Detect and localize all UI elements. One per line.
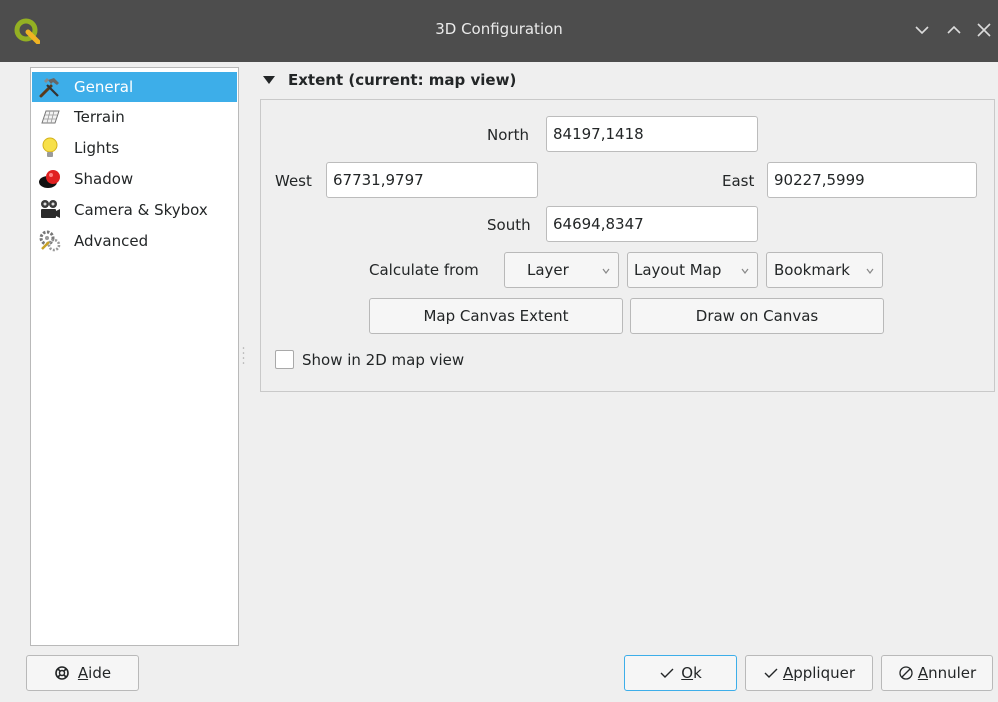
extent-group-header[interactable]: Extent (current: map view) [262,71,516,89]
sidebar-item-shadow[interactable]: Shadow [32,164,237,194]
collapse-triangle-icon[interactable] [262,73,276,87]
splitter-handle[interactable] [242,345,245,369]
hammer-icon [39,78,59,98]
lifebuoy-icon [55,666,69,680]
east-label: East [722,172,755,190]
layout-map-combo[interactable]: Layout Map [627,252,758,288]
sidebar-item-label: Shadow [74,170,134,188]
layer-combo[interactable]: Layer [504,252,619,288]
layer-combo-label: Layer [527,261,569,279]
show-2d-checkbox-label[interactable]: Show in 2D map view [302,351,464,369]
west-label: West [275,172,312,190]
shadow-sphere-icon [39,170,60,188]
sidebar-item-label: Terrain [74,108,125,126]
apply-button[interactable]: Appliquer [745,655,873,691]
extent-group-title: Extent (current: map view) [288,71,517,89]
cancel-button-label: Annuler [917,664,977,682]
chevron-down-icon [602,268,610,274]
north-input[interactable]: 84197,1418 [546,116,758,152]
apply-button-label: Appliquer [782,664,856,682]
north-label: North [487,126,529,144]
sidebar-item-camera-skybox[interactable]: Camera & Skybox [32,195,237,225]
show-2d-checkbox[interactable] [275,350,294,369]
checkmark-icon [660,668,674,678]
maximize-icon[interactable] [942,18,966,42]
bookmark-combo[interactable]: Bookmark [766,252,883,288]
chevron-down-icon [866,268,874,274]
title-bar: 3D Configuration [0,0,998,62]
sidebar-item-label: General [74,78,134,96]
sidebar-item-advanced[interactable]: Advanced [32,226,237,256]
bookmark-combo-label: Bookmark [774,261,850,279]
gears-icon [39,230,61,252]
ok-button-label: Ok [681,664,702,682]
sidebar-item-lights[interactable]: Lights [32,133,237,163]
help-button-label: Aide [77,664,112,682]
sidebar-item-general[interactable]: General [32,72,237,102]
settings-sidebar: General Terrain Lights Shadow Camera & S… [30,67,239,646]
ok-button[interactable]: Ok [624,655,737,691]
east-input[interactable]: 90227,5999 [767,162,977,198]
draw-on-canvas-button[interactable]: Draw on Canvas [630,298,884,334]
lightbulb-icon [42,137,58,157]
layout-map-combo-label: Layout Map [634,261,722,279]
south-input[interactable]: 64694,8347 [546,206,758,242]
minimize-icon[interactable] [910,18,934,42]
camera-icon [41,200,60,218]
terrain-grid-icon [41,110,60,124]
close-icon[interactable] [972,18,996,42]
chevron-down-icon [741,268,749,274]
cancel-button[interactable]: Annuler [881,655,993,691]
sidebar-item-label: Camera & Skybox [74,201,208,219]
south-label: South [487,216,531,234]
window-title: 3D Configuration [435,20,563,38]
checkmark-icon [764,668,778,678]
calculate-from-label: Calculate from [369,261,479,279]
sidebar-item-label: Lights [74,139,120,157]
sidebar-item-label: Advanced [74,232,149,250]
help-button[interactable]: Aide [26,655,139,691]
sidebar-item-terrain[interactable]: Terrain [32,102,237,132]
map-canvas-extent-button[interactable]: Map Canvas Extent [369,298,623,334]
cancel-circle-icon [899,666,913,680]
west-input[interactable]: 67731,9797 [326,162,538,198]
